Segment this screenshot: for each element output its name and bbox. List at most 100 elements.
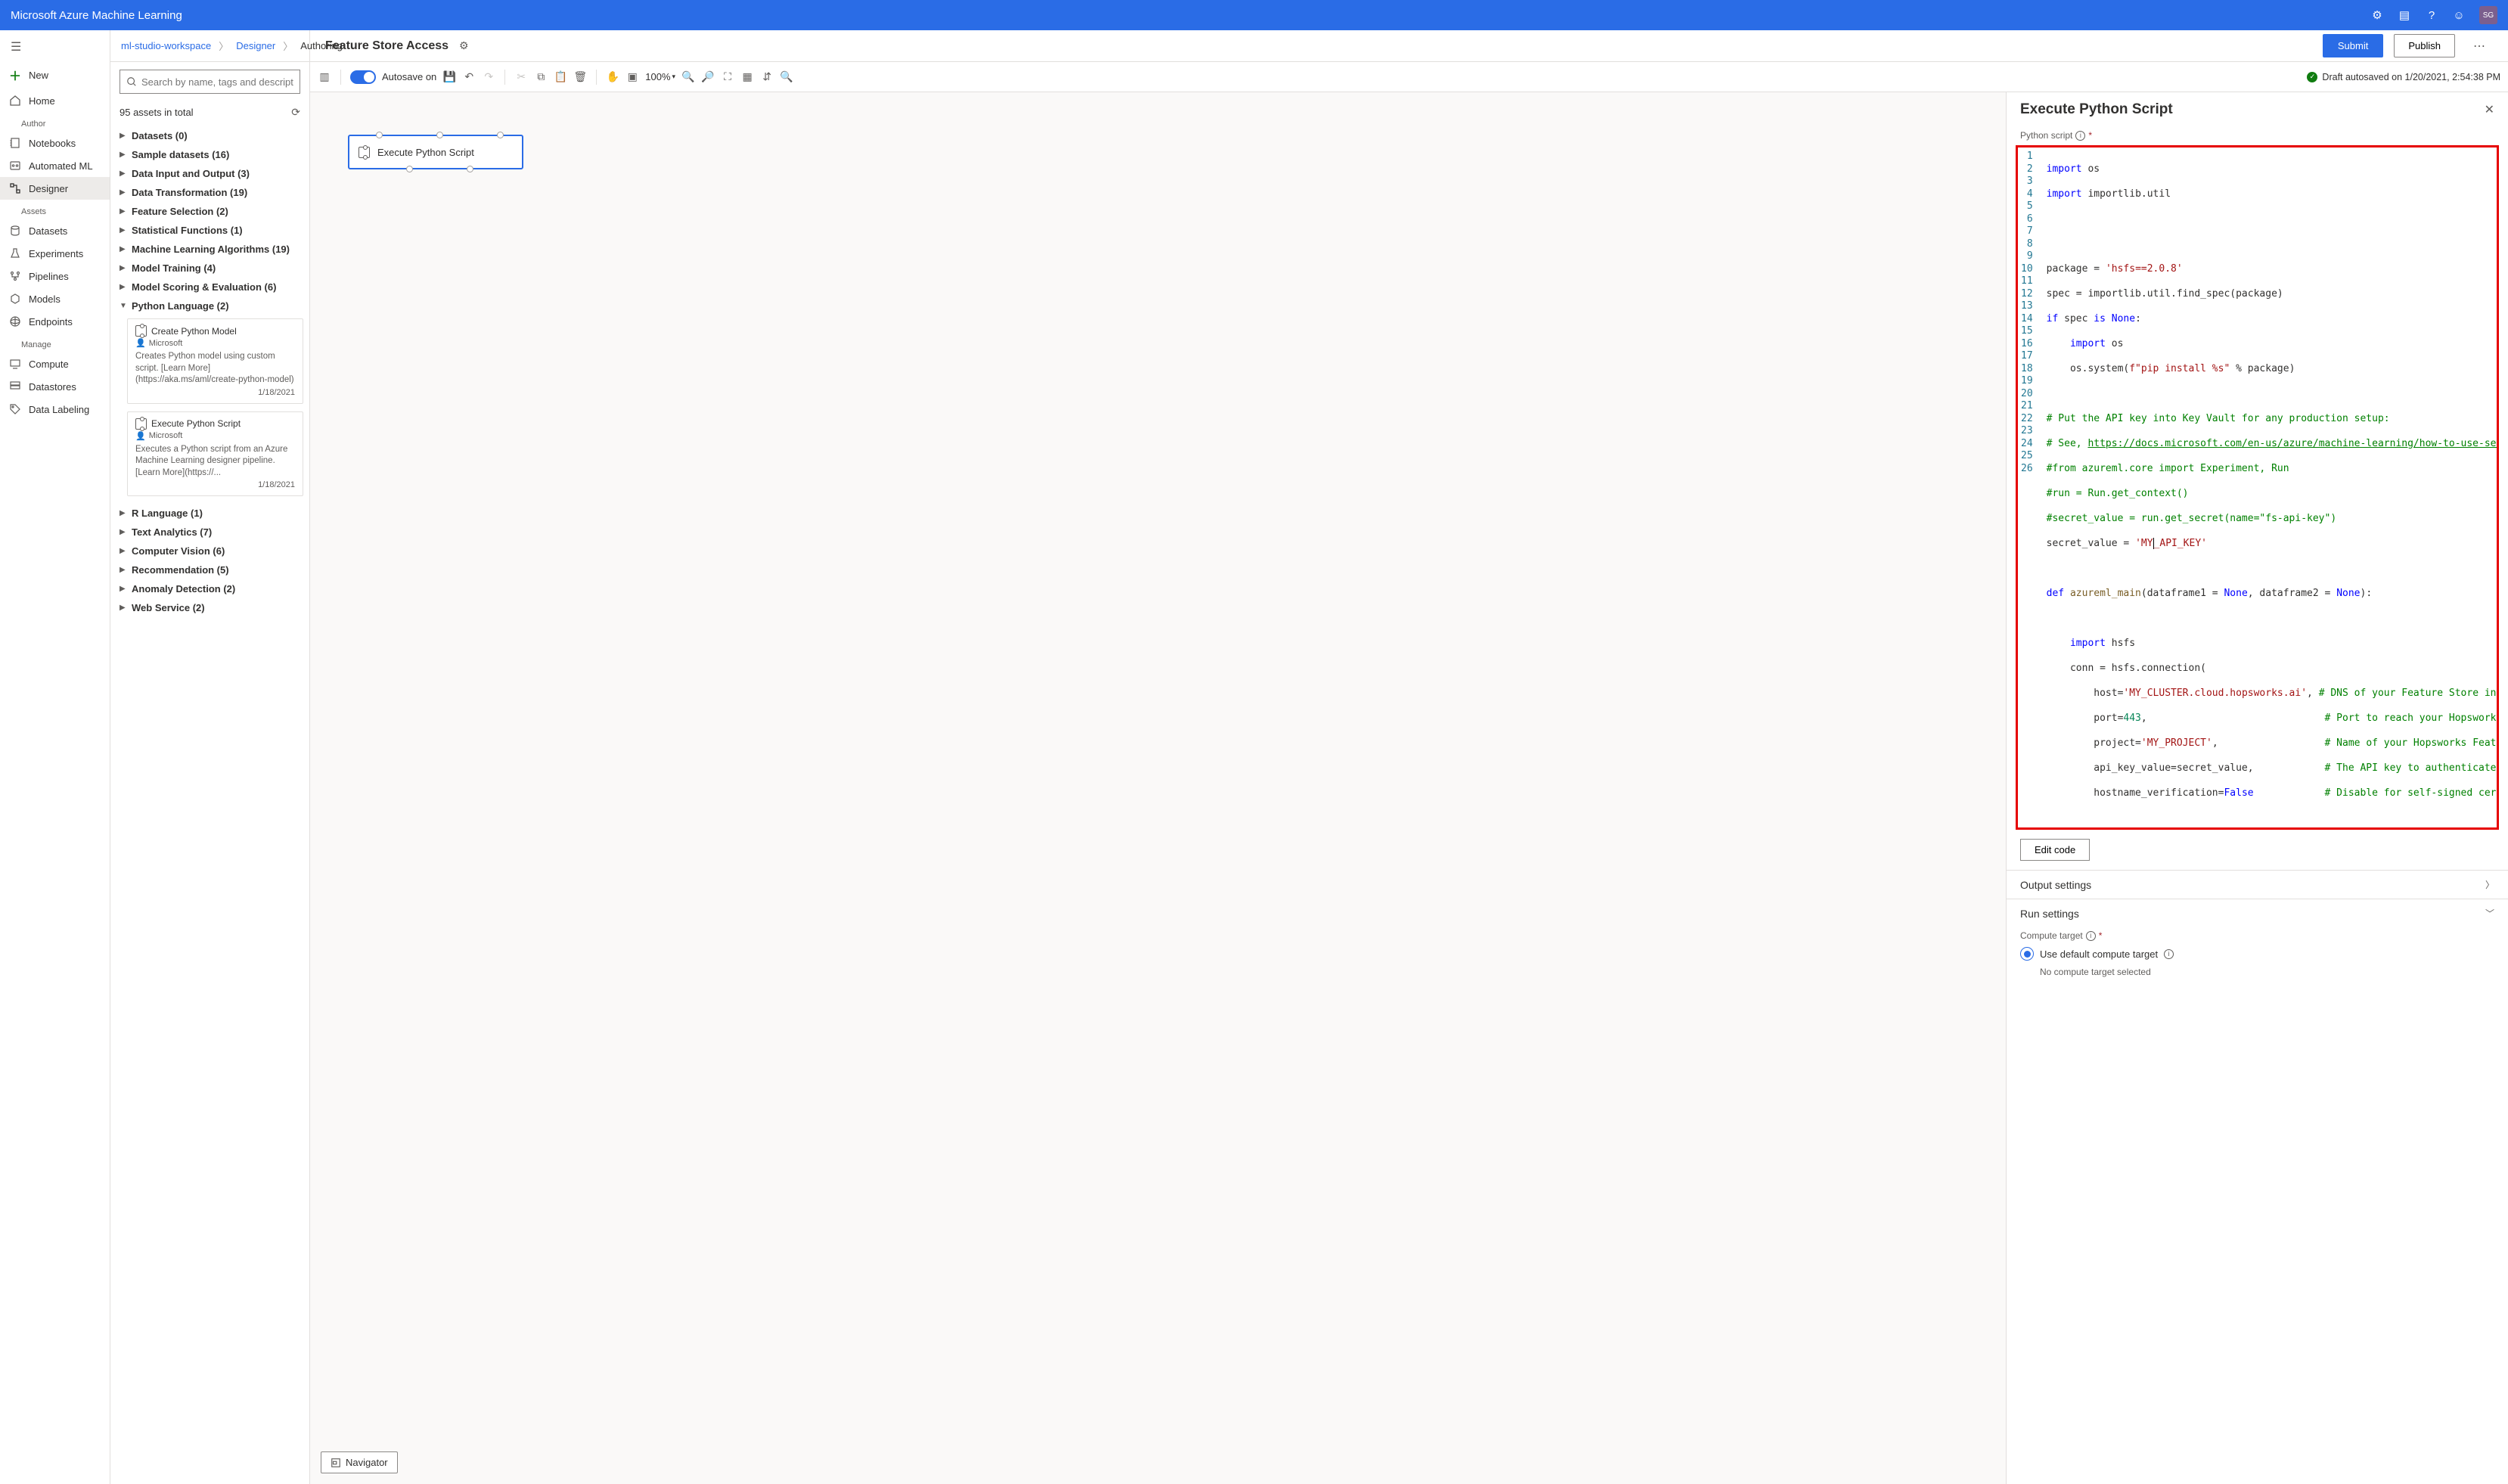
tree-text[interactable]: ▶Text Analytics (7) xyxy=(116,523,303,542)
publish-button[interactable]: Publish xyxy=(2394,34,2455,57)
nav-home[interactable]: Home xyxy=(0,89,110,112)
output-settings-section[interactable]: Output settings 〉 xyxy=(2007,870,2508,899)
tree-python[interactable]: ▼Python Language (2) xyxy=(116,296,303,315)
compute-default-radio[interactable]: Use default compute target i xyxy=(2020,942,2494,965)
nav-datasets[interactable]: Datasets xyxy=(0,219,110,242)
minimap-icon[interactable]: ▦ xyxy=(740,70,754,84)
nav-compute[interactable]: Compute xyxy=(0,352,110,375)
endpoints-icon xyxy=(9,315,21,328)
nav-pipelines[interactable]: Pipelines xyxy=(0,265,110,287)
asset-tree: ▶Datasets (0) ▶Sample datasets (16) ▶Dat… xyxy=(110,126,309,1484)
home-icon xyxy=(9,95,21,107)
info-icon[interactable]: i xyxy=(2075,131,2085,141)
autosave-toggle[interactable] xyxy=(350,70,376,84)
tree-r[interactable]: ▶R Language (1) xyxy=(116,504,303,523)
more-icon[interactable]: ⋯ xyxy=(2466,34,2493,58)
input-port[interactable] xyxy=(376,132,383,138)
find-icon[interactable]: 🔍 xyxy=(780,70,793,84)
chevron-down-icon: ﹀ xyxy=(2485,907,2494,920)
tree-feature[interactable]: ▶Feature Selection (2) xyxy=(116,202,303,221)
output-port[interactable] xyxy=(467,166,473,172)
section-assets: Assets xyxy=(0,200,110,219)
search-input[interactable] xyxy=(141,76,293,88)
nav-notebooks[interactable]: Notebooks xyxy=(0,132,110,154)
main-area: Feature Store Access ⚙ Submit Publish ⋯ … xyxy=(310,30,2508,1484)
zoom-out-icon[interactable]: 🔎 xyxy=(701,70,715,84)
compute-icon xyxy=(9,358,21,370)
tree-transform[interactable]: ▶Data Transformation (19) xyxy=(116,183,303,202)
draft-status: ✓ Draft autosaved on 1/20/2021, 2:54:38 … xyxy=(2307,72,2500,82)
section-author: Author xyxy=(0,112,110,132)
save-icon[interactable]: 💾 xyxy=(442,70,456,84)
nav-models[interactable]: Models xyxy=(0,287,110,310)
fit-icon[interactable]: ▣ xyxy=(625,70,639,84)
tree-training[interactable]: ▶Model Training (4) xyxy=(116,259,303,278)
avatar[interactable]: SG xyxy=(2479,6,2497,24)
module-execute-python-script[interactable]: Execute Python Script 👤Microsoft Execute… xyxy=(127,411,303,497)
navigator-button[interactable]: Navigator xyxy=(321,1451,398,1473)
assets-total-label: 95 assets in total xyxy=(120,107,194,118)
canvas[interactable]: Execute Python Script Navigator xyxy=(310,92,2007,1484)
paste-icon[interactable]: 📋 xyxy=(554,70,567,84)
submit-button[interactable]: Submit xyxy=(2323,34,2383,57)
tree-sample[interactable]: ▶Sample datasets (16) xyxy=(116,145,303,164)
screenshot-icon[interactable]: ▤ xyxy=(2398,8,2411,22)
code-editor[interactable]: 1234567891011121314151617181920212223242… xyxy=(2016,145,2499,830)
nav-endpoints[interactable]: Endpoints xyxy=(0,310,110,333)
module-icon xyxy=(359,147,370,158)
nav-designer[interactable]: Designer xyxy=(0,177,110,200)
autolayout-icon[interactable]: ⇵ xyxy=(760,70,774,84)
tree-cv[interactable]: ▶Computer Vision (6) xyxy=(116,542,303,560)
info-icon[interactable]: i xyxy=(2164,949,2174,959)
nav-labeling[interactable]: Data Labeling xyxy=(0,398,110,421)
gear-icon[interactable]: ⚙ xyxy=(2370,8,2384,22)
tree-scoring[interactable]: ▶Model Scoring & Evaluation (6) xyxy=(116,278,303,296)
tree-rec[interactable]: ▶Recommendation (5) xyxy=(116,560,303,579)
tree-dataio[interactable]: ▶Data Input and Output (3) xyxy=(116,164,303,183)
edit-code-button[interactable]: Edit code xyxy=(2020,839,2090,861)
radio-icon xyxy=(2020,947,2034,961)
help-icon[interactable]: ? xyxy=(2425,8,2438,22)
nav-new[interactable]: ＋New xyxy=(0,61,110,89)
menu-toggle-icon[interactable]: ☰ xyxy=(0,33,110,61)
refresh-icon[interactable]: ⟳ xyxy=(291,106,300,119)
info-icon[interactable]: i xyxy=(2086,931,2096,941)
nav-automl[interactable]: Automated ML xyxy=(0,154,110,177)
tree-stat[interactable]: ▶Statistical Functions (1) xyxy=(116,221,303,240)
experiments-icon xyxy=(9,247,21,259)
compute-target-label: Compute target i * xyxy=(2020,927,2494,942)
layers-icon[interactable]: ▥ xyxy=(318,70,331,84)
code-lines[interactable]: import os import importlib.util package … xyxy=(2039,147,2497,827)
tree-mla[interactable]: ▶Machine Learning Algorithms (19) xyxy=(116,240,303,259)
navigator-icon xyxy=(331,1458,341,1468)
input-port[interactable] xyxy=(497,132,504,138)
gear-icon[interactable]: ⚙ xyxy=(459,39,469,52)
close-icon[interactable]: ✕ xyxy=(2485,102,2494,117)
actual-size-icon[interactable]: ⛶ xyxy=(721,70,734,84)
tree-datasets[interactable]: ▶Datasets (0) xyxy=(116,126,303,145)
run-settings-section[interactable]: Run settings ﹀ xyxy=(2007,899,2508,927)
copy-icon[interactable]: ⧉ xyxy=(534,70,548,84)
search-input-wrapper[interactable] xyxy=(120,70,300,94)
breadcrumb-designer[interactable]: Designer xyxy=(236,40,275,51)
person-icon: 👤 xyxy=(135,338,146,348)
undo-icon[interactable]: ↶ xyxy=(462,70,476,84)
input-port[interactable] xyxy=(436,132,443,138)
feedback-icon[interactable]: ☺ xyxy=(2452,8,2466,22)
autosave-label: Autosave on xyxy=(382,71,436,82)
nav-experiments[interactable]: Experiments xyxy=(0,242,110,265)
zoom-dropdown[interactable]: 100% ▾ xyxy=(645,71,675,82)
props-title: Execute Python Script xyxy=(2020,101,2173,118)
output-port[interactable] xyxy=(406,166,413,172)
delete-icon[interactable]: 🗑 xyxy=(573,70,587,84)
breadcrumb-workspace[interactable]: ml-studio-workspace xyxy=(121,40,211,51)
zoom-in-icon[interactable]: 🔍 xyxy=(681,70,695,84)
search-icon xyxy=(126,76,137,87)
tree-anomaly[interactable]: ▶Anomaly Detection (2) xyxy=(116,579,303,598)
nav-datastores[interactable]: Datastores xyxy=(0,375,110,398)
pan-icon[interactable]: ✋ xyxy=(606,70,619,84)
module-create-python-model[interactable]: Create Python Model 👤Microsoft Creates P… xyxy=(127,318,303,404)
tree-web[interactable]: ▶Web Service (2) xyxy=(116,598,303,617)
datastores-icon xyxy=(9,380,21,393)
canvas-node-execute-python[interactable]: Execute Python Script xyxy=(348,135,523,169)
